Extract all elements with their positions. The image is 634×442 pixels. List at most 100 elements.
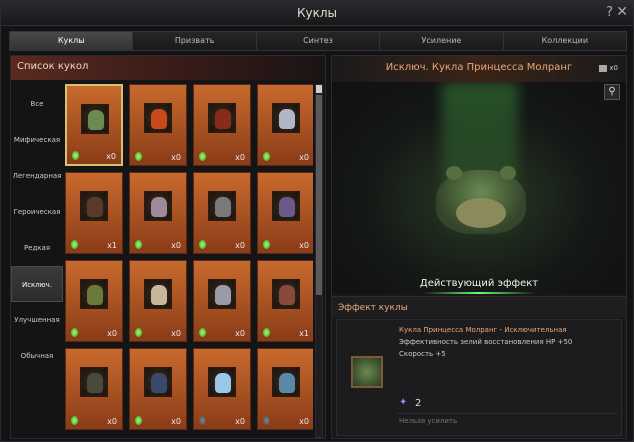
- tab-collections[interactable]: Коллекции: [503, 31, 628, 51]
- doll-card[interactable]: x0: [129, 260, 187, 342]
- doll-card[interactable]: x0: [257, 348, 313, 430]
- gem-icon: [135, 240, 142, 249]
- doll-title: Исключ. Кукла Принцесса Молранг: [332, 56, 626, 82]
- gem-icon: [263, 152, 270, 161]
- scroll-thumb[interactable]: [316, 95, 322, 295]
- filter-all[interactable]: Все: [11, 86, 63, 122]
- doll-portrait: [144, 367, 172, 397]
- toad-belly: [456, 198, 506, 228]
- doll-figure-icon: [87, 197, 103, 217]
- doll-figure-icon: [279, 373, 295, 393]
- doll-card[interactable]: x1: [65, 172, 123, 254]
- doll-figure-icon: [151, 285, 167, 305]
- doll-card[interactable]: x0: [193, 84, 251, 166]
- doll-count: x0: [171, 329, 181, 338]
- active-effect-label: Действующий эффект: [419, 278, 539, 289]
- filter-legendary[interactable]: Легендарная: [11, 158, 63, 194]
- divider: [397, 413, 617, 414]
- doll-card[interactable]: x1: [257, 260, 313, 342]
- doll-card[interactable]: x0: [129, 348, 187, 430]
- close-icon[interactable]: ✕: [616, 4, 628, 20]
- title-bar: Куклы ? ✕: [1, 1, 633, 26]
- doll-grid: x0 x0 x0 x0 x1 x0 x0 x0 x0 x0 x0 x1 x0 x0 x0 x0: [65, 84, 313, 438]
- doll-card[interactable]: x0: [193, 172, 251, 254]
- doll-count: x0: [106, 152, 116, 161]
- gem-icon: [263, 328, 270, 337]
- gem-icon: [199, 152, 206, 161]
- doll-count: x0: [235, 417, 245, 426]
- doll-figure-icon: [151, 109, 167, 129]
- gem-icon: [263, 240, 270, 249]
- doll-portrait: [80, 191, 108, 221]
- doll-count: x0: [299, 153, 309, 162]
- tab-synthesis[interactable]: Синтез: [256, 31, 381, 51]
- doll-card[interactable]: x0: [257, 172, 313, 254]
- doll-card[interactable]: x0: [257, 84, 313, 166]
- doll-detail-panel: Исключ. Кукла Принцесса Молранг x0 ⚲ Дей…: [331, 55, 627, 439]
- cannot-enhance-label: Нельзя усилить: [399, 417, 458, 425]
- tab-summon[interactable]: Призвать: [133, 31, 257, 51]
- gem-icon: [72, 151, 79, 160]
- gem-icon: [71, 416, 78, 425]
- effect-stat-hp-potion: Эффективность зелий восстановления HP +5…: [399, 338, 573, 346]
- doll-figure-icon: [279, 109, 295, 129]
- doll-card[interactable]: x0: [65, 260, 123, 342]
- doll-count: x0: [235, 241, 245, 250]
- tab-enhancement[interactable]: Усиление: [380, 31, 504, 51]
- gem-icon: [71, 328, 78, 337]
- doll-owned-count: x0: [599, 64, 618, 72]
- doll-portrait: [272, 279, 300, 309]
- active-effect-glow: [422, 292, 536, 294]
- doll-count: x0: [235, 153, 245, 162]
- main-tabs: Куклы Призвать Синтез Усиление Коллекции: [9, 31, 628, 51]
- doll-figure-icon: [215, 197, 231, 217]
- gem-icon: [199, 328, 206, 337]
- doll-portrait: [80, 279, 108, 309]
- doll-figure-icon: [279, 285, 295, 305]
- doll-figure-icon: [87, 373, 103, 393]
- doll-count: x1: [107, 241, 117, 250]
- filter-heroic[interactable]: Героическая: [11, 194, 63, 230]
- help-icon[interactable]: ?: [606, 5, 613, 20]
- doll-figure-icon: [151, 373, 167, 393]
- gem-icon: [71, 240, 78, 249]
- doll-portrait: [272, 367, 300, 397]
- filter-rare[interactable]: Редкая: [11, 230, 63, 266]
- doll-card[interactable]: x0: [129, 84, 187, 166]
- enhancement-icon: ✦: [399, 397, 408, 408]
- gem-icon: [135, 416, 142, 425]
- doll-portrait: [208, 103, 236, 133]
- doll-portrait: [208, 191, 236, 221]
- doll-figure-icon: [87, 285, 103, 305]
- filter-exclusive[interactable]: Исключ.: [11, 266, 63, 302]
- doll-portrait: [208, 367, 236, 397]
- scroll-up-arrow-icon[interactable]: [316, 85, 322, 93]
- doll-portrait: [272, 103, 300, 133]
- doll-figure-icon: [88, 110, 104, 130]
- doll-count: x0: [107, 417, 117, 426]
- tab-dolls[interactable]: Куклы: [9, 31, 134, 51]
- filter-mythic[interactable]: Мифическая: [11, 122, 63, 158]
- doll-effect-icon: [351, 356, 383, 388]
- magnify-icon[interactable]: ⚲: [604, 84, 620, 100]
- doll-figure-icon: [279, 197, 295, 217]
- filter-improved[interactable]: Улучшенная: [11, 302, 63, 338]
- doll-portrait: [272, 191, 300, 221]
- doll-card[interactable]: x0: [65, 348, 123, 430]
- doll-card[interactable]: x0: [129, 172, 187, 254]
- doll-list-scrollbar[interactable]: [315, 84, 323, 438]
- doll-card[interactable]: x0: [193, 260, 251, 342]
- doll-count: x0: [107, 329, 117, 338]
- doll-preview: [332, 82, 626, 294]
- effect-box: Кукла Принцесса Молранг - Исключительная…: [336, 319, 622, 436]
- doll-card[interactable]: x0: [65, 84, 123, 166]
- gem-icon: [199, 240, 206, 249]
- doll-count: x0: [235, 329, 245, 338]
- doll-portrait: [208, 279, 236, 309]
- toad-eye-right: [500, 166, 516, 180]
- grade-filters: Все Мифическая Легендарная Героическая Р…: [11, 86, 63, 374]
- doll-card[interactable]: x0: [193, 348, 251, 430]
- filter-common[interactable]: Обычная: [11, 338, 63, 374]
- doll-count: x1: [299, 329, 309, 338]
- dolls-window: Куклы ? ✕ Куклы Призвать Синтез Усиление…: [0, 0, 634, 442]
